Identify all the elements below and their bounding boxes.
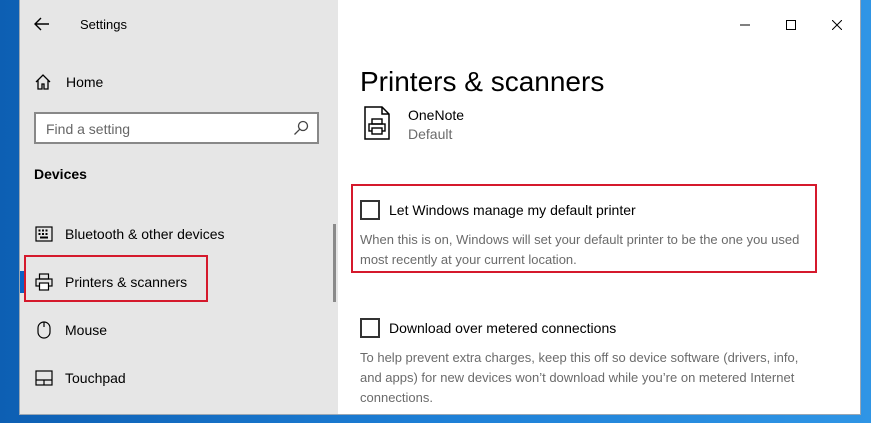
selection-indicator [20, 271, 24, 293]
sidebar-item-label: Printers & scanners [65, 274, 188, 290]
sidebar-scrollbar[interactable] [333, 224, 336, 302]
metered-download-toggle[interactable]: Download over metered connections [360, 318, 830, 338]
home-icon [35, 74, 51, 90]
option-metered-download: Download over metered connections To hel… [360, 318, 830, 408]
option-manage-default-printer: Let Windows manage my default printer Wh… [360, 200, 830, 270]
minimize-icon [740, 24, 750, 26]
window-title: Settings [80, 17, 127, 32]
printer-entry[interactable]: OneNote Default [362, 106, 464, 144]
sidebar-item-label: Mouse [65, 322, 108, 338]
main-content: Printers & scanners OneNote Default Let … [338, 0, 860, 414]
sidebar-item-home[interactable]: Home [34, 70, 103, 94]
sidebar-item-mouse[interactable]: Mouse [20, 310, 330, 350]
printer-device-icon [362, 106, 394, 142]
printer-status: Default [408, 126, 453, 142]
printer-name: OneNote [408, 107, 465, 123]
sidebar-item-printers[interactable]: Printers & scanners [20, 262, 330, 302]
manage-default-printer-toggle[interactable]: Let Windows manage my default printer [360, 200, 830, 220]
title-bar: Settings [20, 0, 338, 50]
sidebar-item-label: Touchpad [65, 370, 126, 386]
sidebar: Settings Home Devices [20, 0, 338, 414]
keyboard-icon [34, 224, 54, 244]
sidebar-item-touchpad[interactable]: Touchpad [20, 358, 330, 398]
sidebar-item-label: Bluetooth & other devices [65, 226, 225, 242]
close-button[interactable] [814, 0, 860, 50]
option-description: To help prevent extra charges, keep this… [360, 350, 799, 405]
home-label: Home [66, 74, 104, 90]
option-description: When this is on, Windows will set your d… [360, 232, 800, 267]
touchpad-icon [34, 368, 54, 388]
option-label: Let Windows manage my default printer [389, 202, 636, 218]
page-title: Printers & scanners [360, 66, 605, 97]
search-input[interactable] [44, 119, 288, 139]
minimize-button[interactable] [722, 0, 768, 50]
option-label: Download over metered connections [389, 320, 617, 336]
manage-default-printer-checkbox[interactable] [360, 200, 380, 220]
sidebar-item-bluetooth[interactable]: Bluetooth & other devices [20, 214, 330, 254]
metered-download-checkbox[interactable] [360, 318, 380, 338]
search-box[interactable] [34, 112, 319, 144]
mouse-icon [34, 320, 54, 340]
close-icon [832, 20, 842, 30]
search-icon[interactable] [293, 120, 309, 136]
maximize-button[interactable] [768, 0, 814, 50]
printer-icon [34, 272, 54, 292]
back-arrow-icon [34, 17, 49, 31]
settings-window: Settings Home Devices [20, 0, 860, 414]
back-button[interactable] [32, 12, 52, 36]
window-controls [722, 0, 860, 50]
section-header-devices: Devices [34, 166, 87, 182]
maximize-icon [786, 20, 796, 30]
